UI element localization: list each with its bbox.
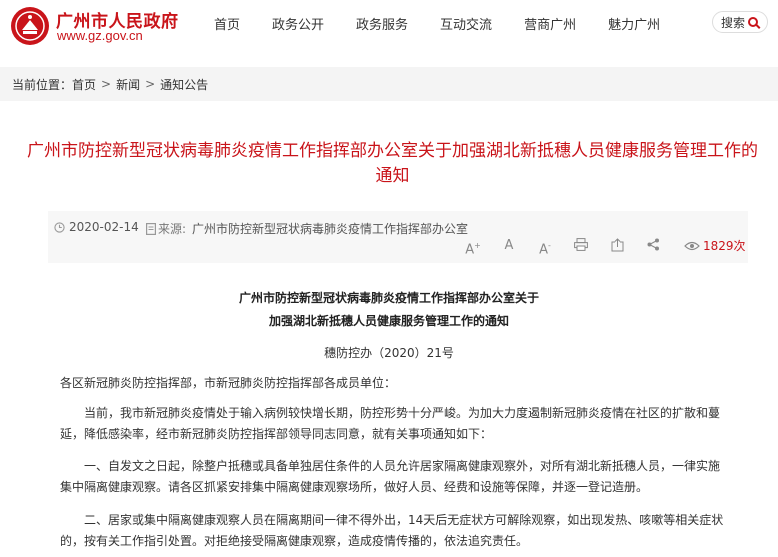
nav-charm-guangzhou[interactable]: 魅力广州: [608, 14, 660, 33]
nav-business-guangzhou[interactable]: 营商广州: [524, 14, 576, 33]
font-decrease-icon[interactable]: A-: [536, 238, 554, 257]
site-url: www.gz.gov.cn: [57, 28, 143, 43]
search-icon: [748, 17, 759, 27]
breadcrumb-prefix: 当前位置：: [12, 77, 73, 92]
document-number: 穗防控办（2020）21号: [324, 346, 454, 360]
clock-icon: [54, 221, 65, 233]
source-label: 来源:: [158, 222, 187, 236]
breadcrumb-home[interactable]: 首页: [72, 76, 96, 93]
print-icon[interactable]: [572, 237, 590, 254]
font-normal-icon[interactable]: A: [500, 238, 518, 254]
publish-date: 2020-02-14: [54, 220, 139, 234]
article-paragraph: 一、自发文之日起，除整户抵穗或具备单独居住条件的人员允许居家隔离健康观察外，对所…: [60, 459, 721, 494]
document-icon: [146, 222, 156, 235]
search-label: 搜索: [721, 15, 746, 30]
share-export-icon[interactable]: [608, 237, 626, 254]
document-heading-line: 加强湖北新抵穗人员健康服务管理工作的通知: [268, 314, 509, 328]
nav-government-affairs-open[interactable]: 政务公开: [272, 14, 324, 33]
breadcrumb-notices[interactable]: 通知公告: [160, 76, 208, 93]
nav-home[interactable]: 首页: [214, 14, 240, 33]
source-name: 广州市防控新型冠状病毒肺炎疫情工作指挥部办公室: [192, 222, 469, 236]
search-button[interactable]: 搜索: [712, 11, 768, 33]
share-icon[interactable]: [644, 238, 662, 254]
article-title-line: 广州市防控新型冠状病毒肺炎疫情工作指挥部办公室关于加强湖北新抵穗人员健康服务管理…: [27, 141, 758, 161]
view-count-text: 1829次: [703, 239, 746, 253]
font-increase-icon[interactable]: A+: [464, 238, 482, 257]
article-paragraph: 当前，我市新冠肺炎疫情处于输入病例较快增长期，防控形势十分严峻。为加大力度遏制新…: [60, 406, 721, 441]
eye-icon: [684, 241, 700, 250]
article-toolbar: A+ A A- 1829次: [464, 237, 746, 257]
publish-date-text: 2020-02-14: [69, 220, 139, 234]
article-title: 广州市防控新型冠状病毒肺炎疫情工作指挥部办公室关于加强湖北新抵穗人员健康服务管理…: [20, 139, 765, 189]
nav-interaction[interactable]: 互动交流: [440, 14, 492, 33]
site-header: 广州市人民政府 www.gz.gov.cn 首页 政务公开 政务服务 互动交流 …: [0, 0, 778, 52]
breadcrumb-separator: >: [145, 77, 156, 91]
view-count: 1829次: [684, 237, 746, 254]
nav-government-services[interactable]: 政务服务: [356, 14, 408, 33]
breadcrumb-separator: >: [101, 77, 112, 91]
article-source: 来源: 广州市防控新型冠状病毒肺炎疫情工作指挥部办公室: [146, 220, 468, 237]
main-nav: 首页 政务公开 政务服务 互动交流 营商广州 魅力广州: [214, 14, 660, 33]
article-paragraph: 二、居家或集中隔离健康观察人员在隔离期间一律不得外出，14天后无症状方可解除观察…: [60, 513, 724, 548]
breadcrumb-news[interactable]: 新闻: [116, 76, 140, 93]
article-paragraph: 各区新冠肺炎防控指挥部，市新冠肺炎防控指挥部各成员单位：: [60, 376, 397, 390]
article-meta-bar: 2020-02-14 来源: 广州市防控新型冠状病毒肺炎疫情工作指挥部办公室 A…: [48, 211, 748, 263]
article-title-line: 通知: [375, 166, 410, 186]
logo-emblem-icon[interactable]: [10, 6, 50, 46]
document-heading-line: 广州市防控新型冠状病毒肺炎疫情工作指挥部办公室关于: [238, 291, 539, 305]
breadcrumb: 当前位置： 首页 > 新闻 > 通知公告: [0, 67, 778, 101]
